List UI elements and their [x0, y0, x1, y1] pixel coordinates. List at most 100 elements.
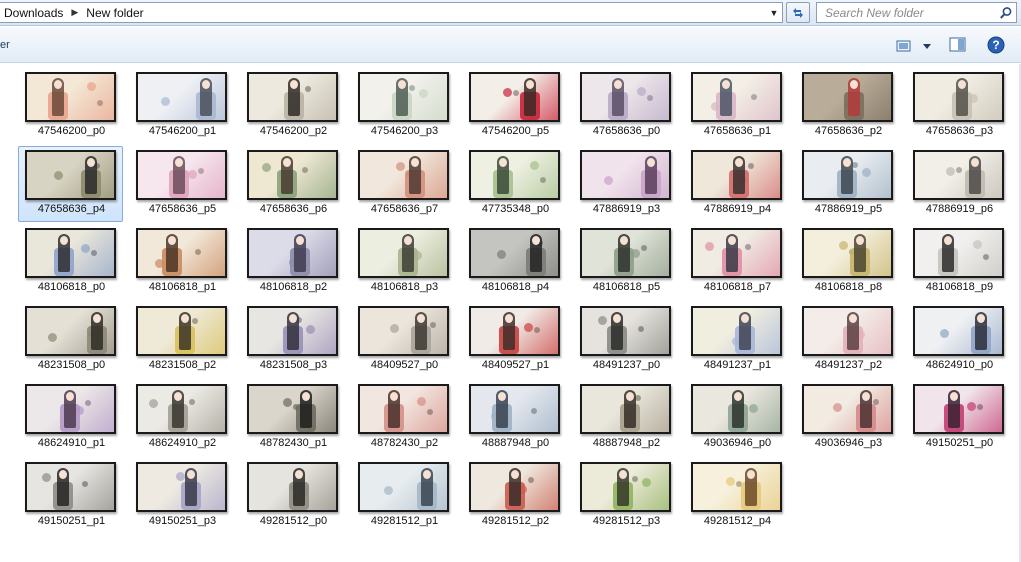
image-thumbnail [580, 228, 671, 278]
file-name-label: 47546200_p1 [148, 125, 217, 137]
file-name-label: 47658636_p1 [703, 125, 772, 137]
file-item[interactable]: 48106818_p9 [906, 224, 1011, 300]
refresh-button[interactable] [786, 2, 810, 23]
file-item[interactable]: 48231508_p2 [129, 302, 234, 378]
file-item[interactable]: 48106818_p2 [240, 224, 345, 300]
image-thumbnail [469, 228, 560, 278]
preview-pane-button[interactable] [949, 37, 969, 55]
file-item[interactable]: 49281512_p3 [573, 458, 678, 534]
file-item[interactable]: 49281512_p4 [684, 458, 789, 534]
file-item[interactable]: 49150251_p1 [18, 458, 123, 534]
search-box [816, 2, 1017, 23]
file-item[interactable]: 47658636_p7 [351, 146, 456, 222]
file-item[interactable]: 48106818_p5 [573, 224, 678, 300]
file-item[interactable]: 47886919_p3 [573, 146, 678, 222]
file-item[interactable]: 47546200_p1 [129, 68, 234, 144]
file-item[interactable]: 47658636_p3 [906, 68, 1011, 144]
file-item[interactable]: 48106818_p4 [462, 224, 567, 300]
file-item[interactable]: 49150251_p3 [129, 458, 234, 534]
file-item[interactable]: 47735348_p0 [462, 146, 567, 222]
file-item[interactable]: 47886919_p6 [906, 146, 1011, 222]
file-item[interactable]: 49281512_p0 [240, 458, 345, 534]
file-item[interactable]: 47546200_p2 [240, 68, 345, 144]
file-item[interactable]: 48106818_p0 [18, 224, 123, 300]
file-name-label: 47546200_p5 [481, 125, 550, 137]
file-item[interactable]: 48782430_p1 [240, 380, 345, 456]
file-item[interactable]: 48624910_p1 [18, 380, 123, 456]
chevron-down-icon[interactable] [922, 42, 932, 50]
address-history-chevron-down-icon[interactable]: ▼ [766, 3, 782, 22]
file-item[interactable]: 47658636_p1 [684, 68, 789, 144]
organize-menu[interactable]: er [0, 39, 10, 51]
breadcrumb-item-new-folder[interactable]: New folder [82, 6, 147, 20]
file-item[interactable]: 48106818_p3 [351, 224, 456, 300]
file-item[interactable]: 48106818_p7 [684, 224, 789, 300]
file-item[interactable]: 48887948_p2 [573, 380, 678, 456]
image-thumbnail [913, 228, 1004, 278]
file-item[interactable]: 47886919_p5 [795, 146, 900, 222]
image-thumbnail [469, 150, 560, 200]
file-item[interactable]: 48106818_p1 [129, 224, 234, 300]
breadcrumb-item-downloads[interactable]: Downloads [0, 6, 67, 20]
file-item[interactable]: 47886919_p4 [684, 146, 789, 222]
change-view-button[interactable] [896, 37, 936, 55]
file-name-label: 48624910_p2 [148, 437, 217, 449]
file-item[interactable]: 48491237_p2 [795, 302, 900, 378]
image-thumbnail [580, 306, 671, 356]
breadcrumb[interactable]: Downloads ▶ New folder ▼ [0, 2, 783, 23]
file-name-label: 47886919_p3 [592, 203, 661, 215]
file-item[interactable]: 49036946_p3 [795, 380, 900, 456]
image-thumbnail [913, 306, 1004, 356]
file-name-label: 47658636_p6 [259, 203, 328, 215]
image-thumbnail [136, 150, 227, 200]
file-item[interactable]: 48782430_p2 [351, 380, 456, 456]
file-item[interactable]: 48491237_p1 [684, 302, 789, 378]
file-item[interactable]: 49036946_p0 [684, 380, 789, 456]
file-item[interactable]: 48409527_p1 [462, 302, 567, 378]
help-button[interactable]: ? [986, 35, 1006, 55]
file-item[interactable]: 48231508_p0 [18, 302, 123, 378]
file-name-label: 49036946_p3 [814, 437, 883, 449]
file-item[interactable]: 48887948_p0 [462, 380, 567, 456]
file-item[interactable]: 47658636_p5 [129, 146, 234, 222]
file-name-label: 48231508_p3 [259, 359, 328, 371]
image-thumbnail [358, 462, 449, 512]
file-name-label: 47658636_p3 [925, 125, 994, 137]
file-item[interactable]: 49281512_p2 [462, 458, 567, 534]
search-icon[interactable] [996, 6, 1016, 20]
file-name-label: 49281512_p3 [592, 515, 661, 527]
file-name-label: 49281512_p2 [481, 515, 550, 527]
image-thumbnail [802, 150, 893, 200]
file-item[interactable]: 47658636_p2 [795, 68, 900, 144]
file-name-label: 47658636_p7 [370, 203, 439, 215]
file-item[interactable]: 47546200_p0 [18, 68, 123, 144]
image-thumbnail [469, 72, 560, 122]
image-thumbnail [136, 462, 227, 512]
image-thumbnail [580, 150, 671, 200]
file-name-label: 48106818_p3 [370, 281, 439, 293]
image-thumbnail [136, 384, 227, 434]
file-item[interactable]: 49281512_p1 [351, 458, 456, 534]
search-input[interactable] [817, 3, 996, 22]
image-thumbnail [469, 462, 560, 512]
file-name-label: 47658636_p0 [592, 125, 661, 137]
file-name-label: 48106818_p2 [259, 281, 328, 293]
file-item[interactable]: 48409527_p0 [351, 302, 456, 378]
file-item[interactable]: 48231508_p3 [240, 302, 345, 378]
file-item[interactable]: 47546200_p3 [351, 68, 456, 144]
file-name-label: 49281512_p0 [259, 515, 328, 527]
file-item[interactable]: 48624910_p2 [129, 380, 234, 456]
file-item[interactable]: 47658636_p6 [240, 146, 345, 222]
image-thumbnail [802, 72, 893, 122]
file-item[interactable]: 48106818_p8 [795, 224, 900, 300]
file-item[interactable]: 47658636_p4 [18, 146, 123, 222]
file-item[interactable]: 47658636_p0 [573, 68, 678, 144]
file-name-label: 48231508_p0 [37, 359, 106, 371]
file-item[interactable]: 47546200_p5 [462, 68, 567, 144]
file-item[interactable]: 49150251_p0 [906, 380, 1011, 456]
image-thumbnail [802, 228, 893, 278]
file-item[interactable]: 48491237_p0 [573, 302, 678, 378]
image-thumbnail [691, 306, 782, 356]
breadcrumb-separator-icon[interactable]: ▶ [67, 7, 82, 18]
file-item[interactable]: 48624910_p0 [906, 302, 1011, 378]
